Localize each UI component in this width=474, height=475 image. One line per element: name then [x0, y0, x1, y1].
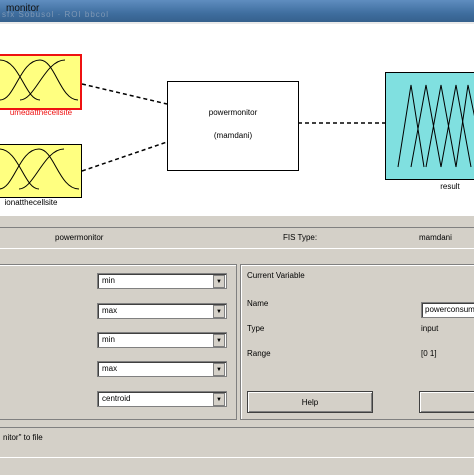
input2-mf-plot: [0, 148, 80, 190]
aggregation-dropdown[interactable]: max ▼: [97, 361, 227, 377]
type-value: input: [421, 324, 439, 333]
name-label: Name: [247, 299, 269, 308]
current-variable-title: Current Variable: [247, 271, 305, 280]
defuzzification-dropdown[interactable]: centroid ▼: [97, 391, 227, 407]
output-label[interactable]: result: [425, 182, 474, 191]
input1-label[interactable]: umedatthecellsite: [0, 108, 82, 117]
and-method-value: min: [102, 276, 115, 285]
chevron-down-icon[interactable]: ▼: [213, 393, 225, 406]
implication-dropdown[interactable]: min ▼: [97, 332, 227, 348]
fis-type-value: mamdani: [419, 233, 452, 242]
connector-input2: [81, 141, 168, 172]
help-button[interactable]: Help: [247, 391, 373, 413]
current-variable-panel: Current Variable Name powerconsum Type i…: [240, 264, 474, 420]
system-type: (mamdani): [213, 131, 253, 140]
status-text: nitor" to file: [3, 433, 43, 442]
input1-block[interactable]: [0, 54, 82, 110]
fis-system-block[interactable]: powermonitor (mamdani): [167, 81, 299, 171]
range-label: Range: [247, 349, 271, 358]
chevron-down-icon[interactable]: ▼: [213, 334, 225, 347]
input1-mf-plot: [0, 59, 79, 101]
connector-input1: [81, 83, 168, 105]
name-field-value: powerconsum: [425, 305, 474, 314]
aggregation-value: max: [102, 364, 118, 373]
fis-diagram: umedatthecellsite ionatthecellsite power…: [0, 24, 474, 216]
chevron-down-icon[interactable]: ▼: [213, 305, 225, 318]
output-block[interactable]: [385, 72, 474, 180]
chevron-down-icon[interactable]: ▼: [213, 363, 225, 376]
or-method-dropdown[interactable]: max ▼: [97, 303, 227, 319]
type-label: Type: [247, 324, 265, 333]
window-title: monitor: [6, 3, 40, 14]
fis-type-label: FIS Type:: [283, 233, 318, 242]
bottom-strip: [0, 457, 474, 475]
fis-name-value: powermonitor: [55, 233, 104, 242]
status-bar: nitor" to file: [0, 427, 474, 458]
chevron-down-icon[interactable]: ▼: [213, 275, 225, 288]
range-value: [0 1]: [421, 349, 437, 358]
defuzzification-value: centroid: [102, 394, 131, 403]
window-titlebar: sfx Sobusol · ROI bbcol monitor: [0, 0, 474, 22]
input2-block[interactable]: [0, 144, 82, 198]
name-field[interactable]: powerconsum: [421, 302, 474, 318]
output-mf-plot: [397, 84, 474, 168]
input2-label[interactable]: ionatthecellsite: [0, 198, 62, 207]
implication-value: min: [102, 335, 115, 344]
and-method-dropdown[interactable]: min ▼: [97, 273, 227, 289]
fis-info-row: powermonitor FIS Type: mamdani: [0, 227, 474, 249]
close-button[interactable]: [419, 391, 474, 413]
or-method-value: max: [102, 306, 118, 315]
system-name: powermonitor: [208, 108, 258, 117]
